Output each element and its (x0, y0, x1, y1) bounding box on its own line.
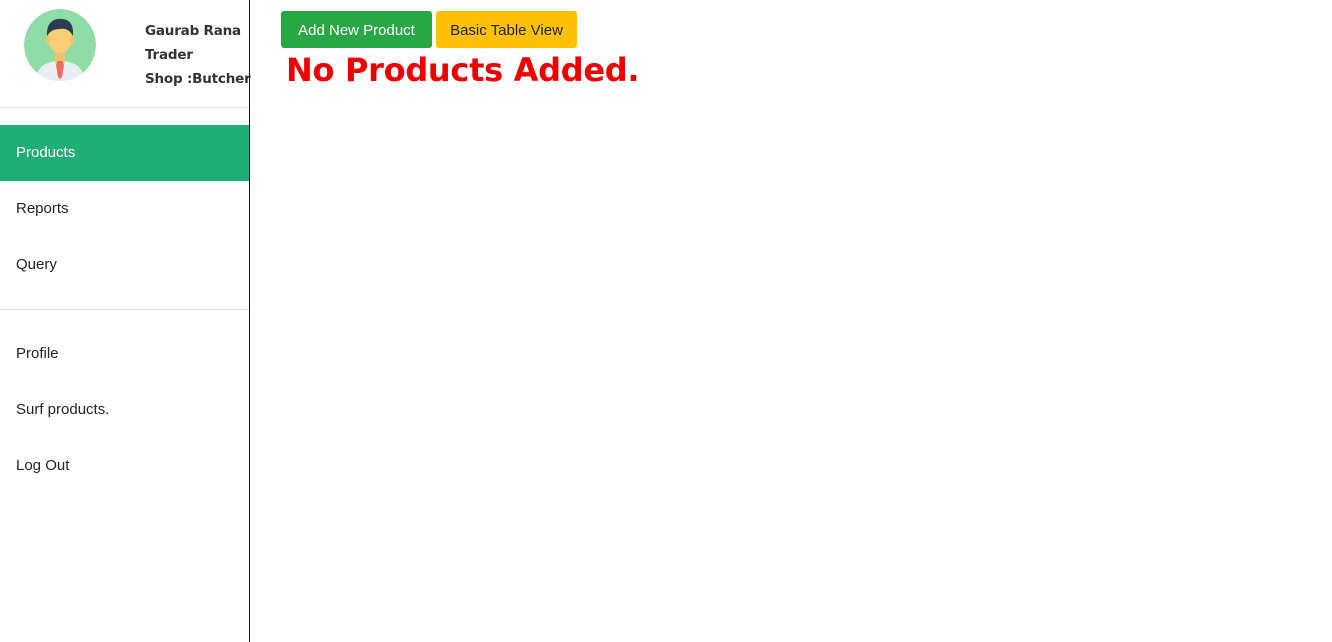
nav-divider (0, 309, 249, 310)
primary-nav: Products Reports Query (0, 125, 249, 293)
sidebar-item-products[interactable]: Products (0, 125, 249, 181)
empty-products-message: No Products Added. (286, 51, 640, 89)
sidebar-item-reports[interactable]: Reports (0, 181, 249, 237)
add-new-product-button[interactable]: Add New Product (281, 11, 432, 48)
app-root: Gaurab Rana Trader Shop :Butcher Product… (0, 0, 1332, 642)
user-shop: Shop :Butcher (145, 71, 251, 87)
user-info: Gaurab Rana Trader Shop :Butcher (145, 19, 251, 91)
profile-header: Gaurab Rana Trader Shop :Butcher (0, 0, 251, 108)
sidebar-item-surf-products[interactable]: Surf products. (0, 382, 249, 438)
sidebar-item-query[interactable]: Query (0, 237, 249, 293)
user-avatar-icon (24, 9, 96, 81)
user-name: Gaurab Rana (145, 23, 241, 39)
sidebar-item-profile[interactable]: Profile (0, 326, 249, 382)
sidebar-item-log-out[interactable]: Log Out (0, 438, 249, 494)
basic-table-view-button[interactable]: Basic Table View (436, 11, 577, 48)
user-role: Trader (145, 47, 193, 63)
main-content: Add New Product Basic Table View No Prod… (250, 0, 1332, 642)
avatar (24, 9, 96, 81)
sidebar: Gaurab Rana Trader Shop :Butcher Product… (0, 0, 251, 642)
secondary-nav: Profile Surf products. Log Out (0, 326, 249, 494)
